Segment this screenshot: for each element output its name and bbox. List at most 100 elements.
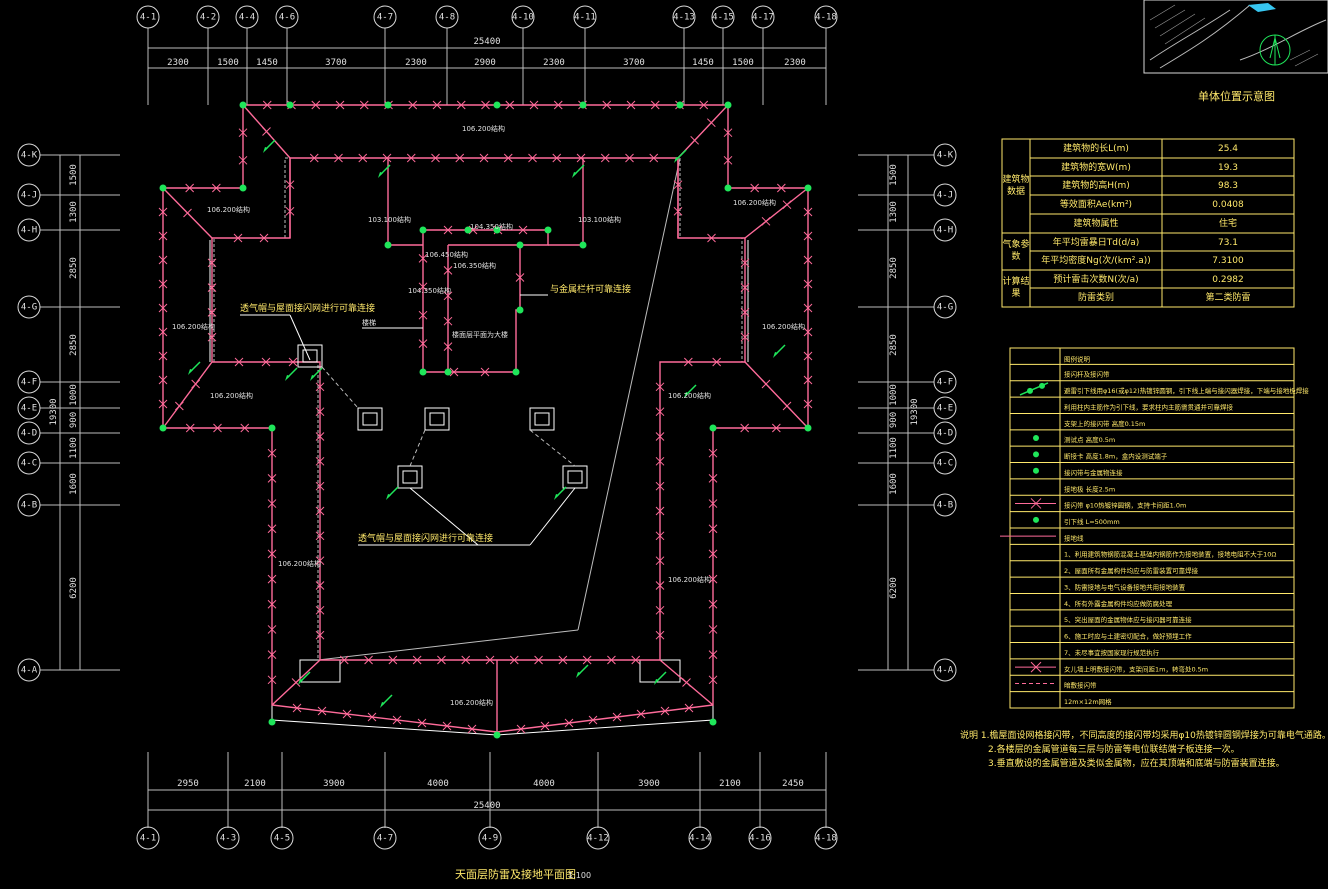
left-total-dimension: 19300 bbox=[49, 398, 59, 425]
vent-cap-note-top: 透气帽与屋面接闪网进行可靠连接 bbox=[240, 302, 375, 314]
axis-bubble-left: 4-A bbox=[17, 658, 120, 682]
legend-row: 女儿墙上明敷接闪带，支架间距1m，转弯处0.5m bbox=[1064, 664, 1208, 673]
dimension-value: 4000 bbox=[427, 779, 449, 789]
dimension-value: 6200 bbox=[889, 577, 899, 599]
axis-label: 4-1 bbox=[140, 834, 156, 844]
dimension-value: 2900 bbox=[474, 58, 496, 68]
calc-row-label: 建筑物属性 bbox=[1073, 217, 1118, 229]
calc-group-label: 数据 bbox=[1007, 185, 1025, 197]
calc-row-value: 19.3 bbox=[1218, 163, 1238, 173]
rod-point bbox=[579, 241, 587, 249]
dimension-value: 900 bbox=[69, 412, 79, 428]
rod-point bbox=[804, 184, 812, 192]
calc-group-label: 气象参 bbox=[1002, 238, 1029, 250]
axis-label: 4-D bbox=[21, 429, 37, 439]
rod-point bbox=[512, 368, 520, 376]
legend-row: 接地极 长度2.5m bbox=[1064, 484, 1115, 493]
axis-label: 4-12 bbox=[587, 834, 609, 844]
axis-label: 4-16 bbox=[749, 834, 771, 844]
rod-point bbox=[419, 226, 427, 234]
axis-label: 4-J bbox=[21, 191, 37, 201]
axis-bubble-right: 4-C bbox=[858, 451, 957, 475]
cad-drawing-canvas[interactable]: 4-1 4-2 4-4 4-6 4-7 4-8 4-10 4-11 4-13 4-15 4-17 4-… bbox=[0, 0, 1328, 889]
calc-row-label: 防雷类别 bbox=[1078, 291, 1114, 303]
legend-row: 1、利用建筑物钢筋混凝土基础内钢筋作为接地装置，接地电阻不大于10Ω bbox=[1064, 550, 1276, 559]
elevation-labels: 106.200结构 106.200结构 106.200结构 106.200结构 … bbox=[172, 124, 805, 707]
bottom-total-dimension: 25400 bbox=[473, 801, 500, 811]
rod-point bbox=[724, 184, 732, 192]
note-line: 3.垂直敷设的金属管道及类似金属物，应在其顶端和底端与防雷装置连接。 bbox=[988, 757, 1285, 769]
axis-bubble-right: 4-E bbox=[858, 396, 957, 420]
axis-label: 4-H bbox=[21, 226, 37, 236]
dimension-value: 2450 bbox=[782, 779, 804, 789]
dimension-value: 2300 bbox=[405, 58, 427, 68]
axis-label: 4-J bbox=[937, 191, 953, 201]
dimension-value: 1100 bbox=[69, 437, 79, 459]
note-line: 2.各楼层的金属管道每三层与防雷等电位联结端子板连接一次。 bbox=[988, 743, 1240, 755]
stair-label: 楼梯 bbox=[362, 318, 376, 327]
legend-table: 图例说明接闪杆及接闪带避雷引下线用φ16(或φ12)热镀锌圆钢，引下线上端与接闪… bbox=[1000, 347, 1309, 709]
calc-group-label: 计算结 bbox=[1002, 275, 1029, 287]
elevation-core-c: 106.450结构 bbox=[425, 250, 468, 259]
building-outline bbox=[162, 104, 809, 736]
legend-row: 支架上的接闪带 高度0.15m bbox=[1064, 419, 1145, 428]
axis-label: 4-K bbox=[21, 151, 38, 161]
axis-label: 4-17 bbox=[752, 13, 774, 23]
dimension-value: 2850 bbox=[69, 334, 79, 356]
axis-label: 4-7 bbox=[377, 13, 393, 23]
legend-row: 接闪带 φ10热镀锌圆钢，支持卡间距1.0m bbox=[1064, 501, 1186, 510]
elevation-ridge: 106.200结构 bbox=[462, 124, 505, 133]
axis-bubble-right: 4-D bbox=[858, 421, 957, 445]
axis-label: 4-9 bbox=[482, 834, 498, 844]
axis-label: 4-G bbox=[21, 303, 37, 313]
calc-row-value: 25.4 bbox=[1218, 144, 1238, 154]
design-notes: 说明 1.檐屋面设网格接闪带，不同高度的接闪带均采用φ10热镀锌圆钢焊接为可靠电… bbox=[960, 729, 1328, 769]
axis-label: 4-E bbox=[21, 404, 37, 414]
calc-row-value: 0.0408 bbox=[1212, 200, 1244, 210]
rod-point bbox=[159, 424, 167, 432]
axis-bubble-left: 4-K bbox=[17, 143, 120, 167]
drawing-scale: 1:100 bbox=[568, 871, 591, 880]
dimension-value: 6200 bbox=[69, 577, 79, 599]
elevation-bottom: 106.200结构 bbox=[450, 698, 493, 707]
axis-bubble-left: 4-B bbox=[17, 493, 120, 517]
axis-bubble-right: 4-H bbox=[858, 218, 957, 242]
dimension-value: 2300 bbox=[543, 58, 565, 68]
calc-row-label: 等效面积Ae(km²) bbox=[1060, 198, 1132, 210]
rod-point bbox=[286, 101, 294, 109]
rod-point bbox=[544, 226, 552, 234]
calc-group-label: 数 bbox=[1011, 250, 1020, 262]
axis-label: 4-C bbox=[937, 459, 953, 469]
legend-row: 接闪带与金属物连接 bbox=[1064, 468, 1123, 477]
dimension-value: 1450 bbox=[692, 58, 714, 68]
annotation-leaders bbox=[240, 294, 576, 546]
note-line: 说明 1.檐屋面设网格接闪带，不同高度的接闪带均采用φ10热镀锌圆钢焊接为可靠电… bbox=[960, 729, 1328, 741]
dimension-value: 3700 bbox=[325, 58, 347, 68]
dimension-value: 2100 bbox=[244, 779, 266, 789]
axis-bubble-right: 4-J bbox=[858, 183, 957, 207]
top-axis-bubbles: 4-1 4-2 4-4 4-6 4-7 4-8 4-10 4-11 4-13 4-15 4-17 4-… bbox=[136, 5, 838, 105]
elevation-left-upper: 106.200结构 bbox=[207, 205, 250, 214]
axis-label: 4-1 bbox=[140, 13, 156, 23]
calc-row-value: 第二类防雷 bbox=[1205, 291, 1250, 303]
rod-point bbox=[493, 101, 501, 109]
dimension-value: 3900 bbox=[638, 779, 660, 789]
elevation-left-mid: 106.200结构 bbox=[172, 322, 215, 331]
calc-row-label: 建筑物的高H(m) bbox=[1062, 179, 1130, 191]
rod-point bbox=[579, 101, 587, 109]
legend-title: 图例说明 bbox=[1064, 354, 1091, 363]
dimension-value: 1100 bbox=[889, 437, 899, 459]
rod-point bbox=[709, 424, 717, 432]
dimension-value: 1600 bbox=[69, 473, 79, 495]
calc-row-label: 建筑物的长L(m) bbox=[1063, 142, 1129, 154]
axis-label: 4-F bbox=[937, 378, 953, 388]
dimension-value: 1500 bbox=[217, 58, 239, 68]
dimension-value: 1300 bbox=[69, 201, 79, 223]
location-map bbox=[1143, 0, 1328, 74]
axis-label: 4-6 bbox=[279, 13, 295, 23]
dimension-value: 1500 bbox=[69, 164, 79, 186]
axis-label: 4-7 bbox=[377, 834, 393, 844]
side-dimension-lines: 19300 19300 bbox=[49, 155, 920, 670]
rod-point bbox=[724, 101, 732, 109]
calc-row-label: 建筑物的宽W(m) bbox=[1061, 161, 1131, 173]
